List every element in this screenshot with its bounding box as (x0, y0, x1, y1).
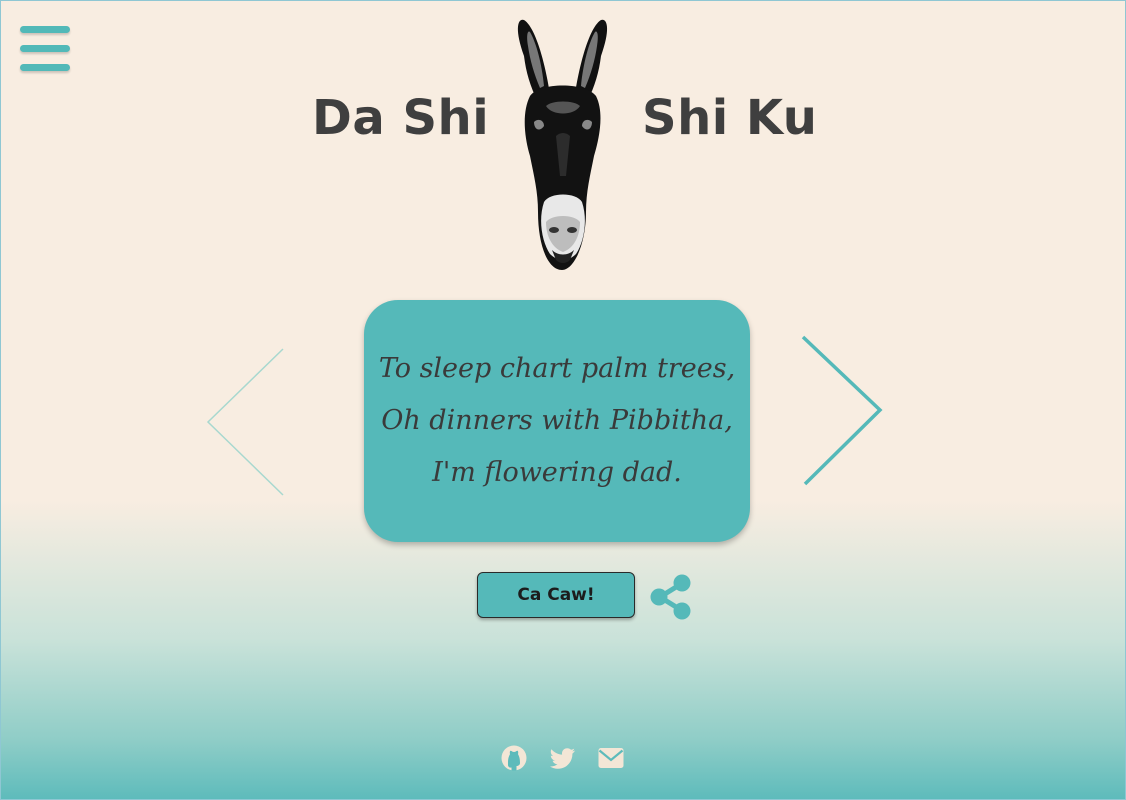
site-title-left: Da Shi (312, 90, 490, 146)
email-icon[interactable] (597, 744, 625, 772)
menu-bar (20, 26, 70, 33)
hamburger-menu-icon[interactable] (20, 26, 70, 72)
site-title-right: Shi Ku (642, 90, 818, 146)
poem-line: To sleep chart palm trees, (378, 353, 736, 384)
chevron-right-icon[interactable] (800, 334, 886, 488)
donkey-head-logo (517, 19, 608, 270)
menu-bar (20, 64, 70, 71)
share-icon[interactable] (648, 572, 694, 622)
github-icon[interactable] (500, 744, 528, 772)
menu-bar (20, 45, 70, 52)
poem-card: To sleep chart palm trees, Oh dinners wi… (364, 300, 750, 542)
chevron-left-icon[interactable] (204, 346, 286, 498)
ca-caw-button[interactable]: Ca Caw! (477, 572, 635, 618)
poem-line: I'm flowering dad. (432, 457, 682, 488)
twitter-icon[interactable] (549, 744, 577, 772)
poem-line: Oh dinners with Pibbitha, (381, 405, 733, 436)
